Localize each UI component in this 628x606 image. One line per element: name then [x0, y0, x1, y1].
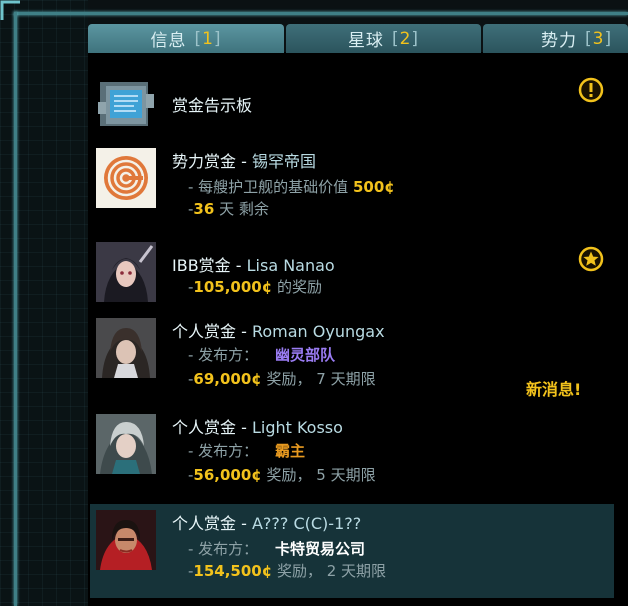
list-item-faction-bounty[interactable]: 势力赏金 - 锡罕帝国 - 每艘护卫舰的基础价值 500¢ -36 天 剩余 — [94, 142, 616, 222]
frame-border-top — [14, 12, 628, 15]
roman-bounty-issuer-line: - 发布方： 幽灵部队 — [188, 346, 335, 364]
roman-bounty-title: 个人赏金 - Roman Oyungax — [172, 322, 385, 341]
tab-factions-label: 势力 — [541, 31, 577, 51]
selected-bounty-issuer-line: - 发布方： 卡特贸易公司 — [188, 540, 365, 558]
tab-factions-hotkey: 3 — [592, 28, 605, 49]
bounty-board-title: 赏金告示板 — [172, 96, 253, 115]
ibb-bounty-title: IBB赏金 - Lisa Nanao — [172, 256, 335, 275]
ibb-bounty-reward-line: -105,000¢ 的奖励 — [188, 278, 322, 296]
kosso-bounty-reward-line: -56,000¢ 奖励， 5 天期限 — [188, 466, 376, 484]
light-kosso-portrait — [96, 414, 156, 474]
tab-planets-hotkey: 2 — [399, 28, 412, 49]
sindrian-emblem-icon — [96, 148, 156, 208]
lisa-nanao-portrait — [96, 242, 156, 302]
tab-bar: 信息 [1] 星球 [2] 势力 [3] — [88, 24, 628, 53]
selected-bounty-reward-line: -154,500¢ 奖励， 2 天期限 — [188, 562, 387, 580]
tab-planets-label: 星球 — [347, 31, 384, 51]
kosso-bounty-issuer-line: - 发布方： 霸主 — [188, 442, 305, 460]
frame-border-left — [14, 12, 17, 606]
faction-bounty-title: 势力赏金 - 锡罕帝国 — [172, 152, 316, 171]
faction-bounty-value-line: - 每艘护卫舰的基础价值 500¢ — [188, 178, 395, 196]
tab-info-label: 信息 — [150, 31, 187, 51]
alert-exclamation-icon — [578, 77, 604, 103]
tab-info[interactable]: 信息 [1] — [88, 24, 284, 53]
roman-oyungax-portrait — [96, 318, 156, 378]
tab-planets[interactable]: 星球 [2] — [286, 24, 481, 53]
list-item-ibb-bounty[interactable]: IBB赏金 - Lisa Nanao -105,000¢ 的奖励 — [94, 240, 616, 308]
list-item-bounty-board[interactable]: 赏金告示板 — [94, 70, 616, 136]
bounty-board-icon — [96, 74, 156, 134]
unknown-target-portrait — [96, 510, 156, 570]
star-badge-icon — [578, 246, 604, 272]
frame-corner-icon — [0, 0, 20, 20]
roman-bounty-reward-line: -69,000¢ 奖励， 7 天期限 — [188, 370, 376, 388]
tab-factions[interactable]: 势力 [3] — [483, 24, 628, 53]
list-item-personal-bounty-kosso[interactable]: 个人赏金 - Light Kosso - 发布方： 霸主 -56,000¢ 奖励… — [94, 410, 616, 494]
new-message-label: 新消息! — [526, 380, 582, 399]
selected-bounty-title: 个人赏金 - A??? C(C)-1?? — [172, 514, 362, 533]
tab-info-hotkey: 1 — [202, 28, 214, 49]
faction-bounty-time-line: -36 天 剩余 — [188, 200, 269, 218]
kosso-bounty-title: 个人赏金 - Light Kosso — [172, 418, 343, 437]
list-item-personal-bounty-selected[interactable]: 个人赏金 - A??? C(C)-1?? - 发布方： 卡特贸易公司 -154,… — [90, 504, 614, 598]
